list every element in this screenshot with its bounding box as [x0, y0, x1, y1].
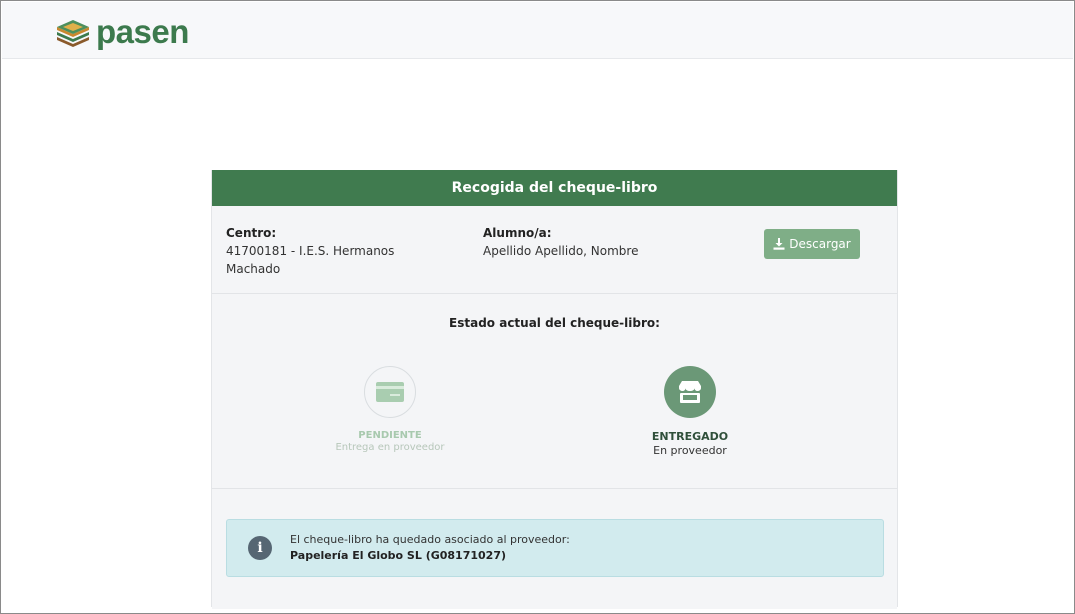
step-pendiente-sub: Entrega en proveedor	[335, 442, 445, 453]
step-pendiente-circle	[364, 366, 416, 418]
centro-label: Centro:	[226, 226, 277, 240]
alert-text: El cheque-libro ha quedado asociado al p…	[290, 532, 570, 564]
info-row: Centro: 41700181 - I.E.S. Hermanos Macha…	[212, 206, 897, 293]
step-pendiente-state: PENDIENTE	[358, 430, 422, 441]
provider-alert: i El cheque-libro ha quedado asociado al…	[226, 519, 884, 577]
alumno-block: Alumno/a: Apellido Apellido, Nombre	[483, 224, 683, 260]
centro-block: Centro: 41700181 - I.E.S. Hermanos Macha…	[226, 224, 436, 278]
step-entregado-circle	[664, 366, 716, 418]
download-button[interactable]: Descargar	[764, 229, 860, 259]
alert-section: i El cheque-libro ha quedado asociado al…	[212, 489, 897, 609]
step-entregado: ENTREGADO En proveedor	[590, 366, 790, 457]
step-entregado-state: ENTREGADO	[651, 430, 729, 443]
top-bar: pasen	[2, 2, 1073, 59]
credit-card-icon	[376, 382, 404, 402]
pasen-logo[interactable]: pasen	[54, 13, 189, 50]
status-section: Estado actual del cheque-libro: PENDIENT…	[212, 294, 897, 488]
card-title: Recogida del cheque-libro	[212, 170, 897, 206]
cheque-libro-card: Recogida del cheque-libro Centro: 417001…	[211, 170, 898, 609]
app-window: pasen Recogida del cheque-libro Centro: …	[0, 0, 1075, 614]
alumno-label: Alumno/a:	[483, 226, 552, 240]
step-entregado-sub: En proveedor	[653, 444, 727, 457]
store-icon	[679, 381, 701, 403]
status-title: Estado actual del cheque-libro:	[449, 316, 660, 330]
info-icon: i	[248, 536, 272, 560]
alert-message: El cheque-libro ha quedado asociado al p…	[290, 533, 570, 546]
alert-provider: Papelería El Globo SL (G08171027)	[290, 549, 507, 562]
books-logo-icon	[57, 20, 89, 47]
centro-value: 41700181 - I.E.S. Hermanos Machado	[226, 244, 395, 276]
download-icon	[773, 238, 785, 250]
brand-name: pasen	[96, 13, 189, 50]
step-pendiente: PENDIENTE Entrega en proveedor	[290, 366, 490, 453]
alumno-value: Apellido Apellido, Nombre	[483, 244, 639, 258]
download-label: Descargar	[789, 237, 851, 251]
